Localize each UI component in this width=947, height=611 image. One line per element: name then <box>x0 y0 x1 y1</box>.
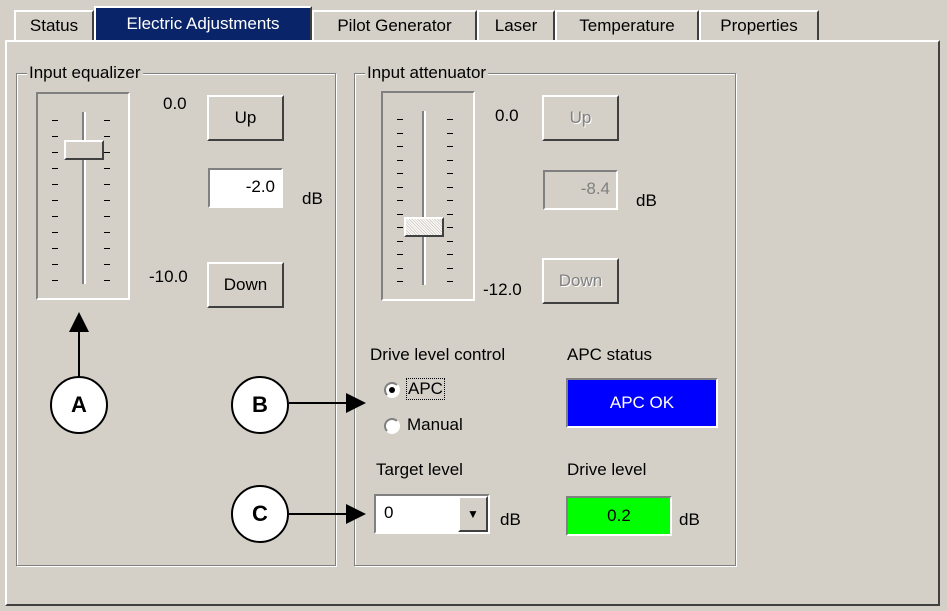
annotation-arrows <box>69 312 366 524</box>
callout-c: C <box>231 485 289 543</box>
callout-a: A <box>50 376 108 434</box>
callout-b: B <box>231 376 289 434</box>
